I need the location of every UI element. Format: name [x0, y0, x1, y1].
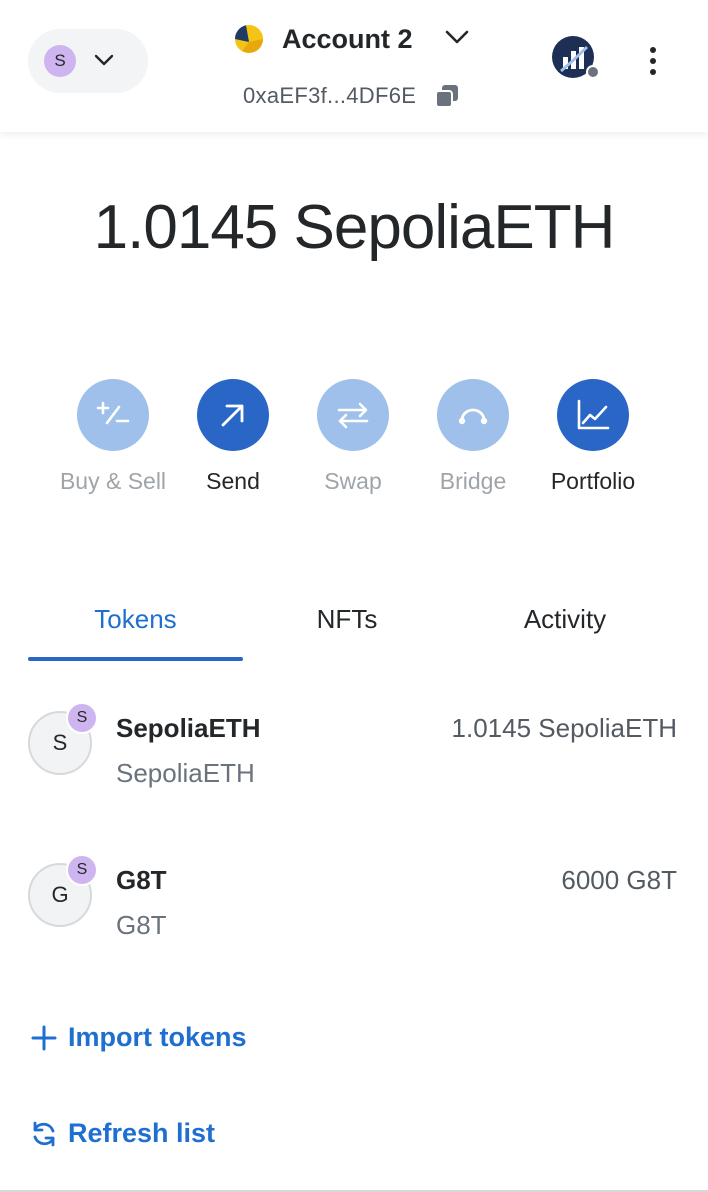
more-menu-icon[interactable]	[639, 44, 667, 78]
swap-button[interactable]: Swap	[293, 379, 413, 499]
balance-display: 1.0145 SepoliaETH	[93, 193, 616, 262]
tab-tokens[interactable]: Tokens	[28, 598, 243, 662]
arrow-up-right-icon	[221, 404, 244, 427]
bridge-circle	[437, 379, 509, 451]
token-subtitle: SepoliaETH	[116, 758, 255, 788]
token-subtitle: G8T	[116, 910, 167, 940]
swap-arrows-icon	[337, 402, 369, 429]
network-picker[interactable]: S	[28, 29, 148, 93]
token-name: G8T	[116, 865, 167, 895]
chevron-down-icon	[94, 54, 114, 66]
tab-nfts[interactable]: NFTs	[243, 598, 451, 662]
token-row-sepoliaeth[interactable]: S S SepoliaETH SepoliaETH 1.0145 Sepolia…	[0, 702, 708, 822]
plus-icon	[31, 1025, 57, 1051]
bridge-label: Bridge	[439, 468, 507, 494]
swap-circle	[317, 379, 389, 451]
portfolio-circle	[557, 379, 629, 451]
network-avatar: S	[44, 45, 76, 77]
account-address[interactable]: 0xaEF3f...4DF6E	[243, 80, 473, 112]
token-amount: 1.0145 SepoliaETH	[451, 713, 677, 743]
refresh-list-label: Refresh list	[68, 1118, 216, 1148]
import-tokens-label: Import tokens	[68, 1022, 247, 1052]
portfolio-button[interactable]: Portfolio	[533, 379, 653, 499]
token-amount: 6000 G8T	[561, 865, 677, 895]
chart-icon	[577, 399, 610, 430]
connected-site-icon[interactable]	[551, 35, 601, 85]
network-badge: S	[66, 702, 98, 734]
site-logo-icon	[552, 36, 600, 79]
bridge-icon	[458, 408, 488, 425]
buy-sell-circle	[77, 379, 149, 451]
copy-icon[interactable]	[433, 82, 461, 110]
send-button[interactable]: Send	[173, 379, 293, 499]
plus-minus-icon	[96, 401, 130, 425]
chevron-down-icon	[445, 30, 469, 44]
send-circle	[197, 379, 269, 451]
bridge-button[interactable]: Bridge	[413, 379, 533, 499]
token-name: SepoliaETH	[116, 713, 261, 743]
buy-sell-button[interactable]: Buy & Sell	[53, 379, 173, 499]
account-avatar-icon	[234, 25, 263, 53]
account-picker[interactable]: Account 2	[232, 22, 482, 58]
tab-activity[interactable]: Activity	[451, 598, 679, 662]
swap-label: Swap	[324, 468, 382, 494]
refresh-icon	[33, 1121, 55, 1147]
address-text: 0xaEF3f...4DF6E	[243, 83, 417, 108]
send-label: Send	[206, 468, 260, 494]
account-name: Account 2	[282, 24, 413, 54]
buy-sell-label: Buy & Sell	[59, 468, 167, 494]
token-row-g8t[interactable]: G S G8T G8T 6000 G8T	[0, 854, 708, 974]
active-tab-indicator	[28, 657, 243, 661]
portfolio-label: Portfolio	[550, 468, 636, 494]
app-header: S Account 2 0xaEF3f...4DF6E	[0, 0, 708, 132]
network-badge: S	[66, 854, 98, 886]
